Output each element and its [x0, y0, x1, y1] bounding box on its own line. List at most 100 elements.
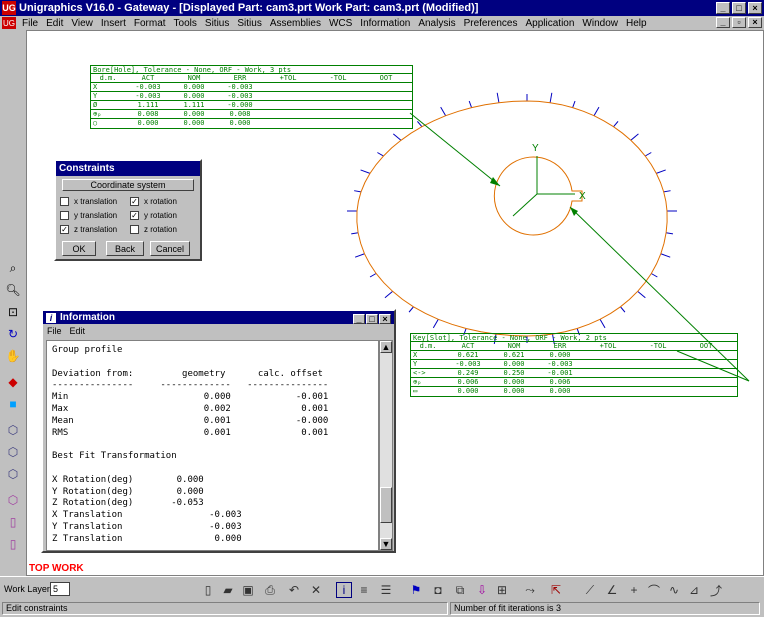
cursor-icon[interactable]: ⇱	[548, 582, 564, 598]
maximize-button[interactable]: □	[732, 2, 746, 14]
work-layer-field[interactable]: 5	[50, 582, 70, 596]
group-icon[interactable]: ⊞	[494, 582, 510, 598]
undo-icon[interactable]: ↶	[286, 582, 302, 598]
tree-icon[interactable]: ≡	[356, 582, 372, 598]
info-maximize-button[interactable]: □	[366, 314, 378, 324]
measure-distance-icon[interactable]: ⟋	[582, 582, 598, 598]
doc-close-button[interactable]: ×	[748, 17, 762, 28]
info-line: Y Translation -0.003	[52, 521, 242, 532]
delete-icon[interactable]: ✕	[308, 582, 324, 598]
info-scrollbar[interactable]: ▲ ▼	[379, 340, 393, 551]
checkbox[interactable]: ✓	[130, 211, 139, 220]
bore-table-row: X -0.003 0.000 -0.003	[91, 83, 412, 92]
open-icon[interactable]: ▰	[220, 582, 236, 598]
constraint-option[interactable]: x translation	[60, 197, 130, 206]
cube-icon[interactable]: ■	[5, 396, 21, 412]
menu-sitius-2[interactable]: Sitius	[233, 18, 265, 29]
scroll-down-button[interactable]: ▼	[380, 538, 392, 550]
scroll-up-button[interactable]: ▲	[380, 341, 392, 353]
key-header-cell: ACT	[461, 342, 475, 350]
constraint-option[interactable]: z rotation	[130, 225, 200, 234]
menu-file[interactable]: File	[18, 18, 42, 29]
information-text[interactable]: Group profile Deviation from: geometry ca…	[46, 340, 379, 551]
cancel-button[interactable]: Cancel	[150, 241, 190, 256]
key-header-cell: OOT	[699, 342, 713, 350]
pointer-icon[interactable]: ⤳	[522, 582, 538, 598]
flag-icon[interactable]: ⚑	[408, 582, 424, 598]
key-table-row: ⊕ₚ 0.006 0.000 0.006	[411, 378, 737, 387]
point-icon[interactable]: +	[626, 582, 642, 598]
constraint-option[interactable]: y translation	[60, 211, 130, 220]
constraint-option[interactable]: ✓ y rotation	[130, 211, 200, 220]
status-message: Number of fit iterations is 3	[450, 602, 760, 615]
info-close-button[interactable]: ×	[379, 314, 391, 324]
constraint-option[interactable]: ✓ x rotation	[130, 197, 200, 206]
menu-view[interactable]: View	[67, 18, 97, 29]
checkbox[interactable]: ✓	[130, 197, 139, 206]
print-icon[interactable]: ⎙	[262, 582, 278, 598]
bore-table-cell: ○	[93, 119, 98, 127]
menu-assemblies[interactable]: Assemblies	[266, 18, 325, 29]
menu-preferences[interactable]: Preferences	[460, 18, 522, 29]
checkbox[interactable]	[60, 197, 69, 206]
checkbox[interactable]	[60, 211, 69, 220]
menu-tools[interactable]: Tools	[170, 18, 201, 29]
close-button[interactable]: ×	[748, 2, 762, 14]
front-view-icon[interactable]: ⬡	[5, 444, 21, 460]
top-view-icon[interactable]: ⬡	[5, 492, 21, 508]
menu-information[interactable]: Information	[356, 18, 414, 29]
doc-minimize-button[interactable]: _	[716, 17, 730, 28]
camera-icon[interactable]: ◘	[430, 582, 446, 598]
information-title: Information	[60, 312, 115, 323]
shape-icon[interactable]: ⊿	[686, 582, 702, 598]
deviation-tick	[440, 106, 447, 116]
info-toolbar-icon[interactable]: i	[336, 582, 352, 598]
doc-restore-button[interactable]: ▫	[732, 17, 746, 28]
menu-window[interactable]: Window	[578, 18, 622, 29]
menu-format[interactable]: Format	[130, 18, 170, 29]
fit-icon[interactable]: ⊡	[5, 304, 21, 320]
back-button[interactable]: Back	[106, 241, 144, 256]
right-view-icon[interactable]: ▯	[5, 514, 21, 530]
constraint-label: x translation	[74, 197, 118, 206]
export-icon[interactable]: ⤴	[708, 582, 724, 598]
checkbox[interactable]	[130, 225, 139, 234]
shaded-icon[interactable]: ◆	[5, 374, 21, 390]
minimize-button[interactable]: _	[716, 2, 730, 14]
checkbox[interactable]: ✓	[60, 225, 69, 234]
coordinate-system-button[interactable]: Coordinate system	[62, 179, 194, 191]
scroll-thumb[interactable]	[380, 487, 392, 523]
move-icon[interactable]: ⇩	[474, 582, 490, 598]
layers-icon[interactable]: ⧉	[452, 582, 468, 598]
menu-edit[interactable]: Edit	[42, 18, 67, 29]
save-icon[interactable]: ▣	[240, 582, 256, 598]
pan-icon[interactable]: ✋	[5, 348, 21, 364]
side-view-icon[interactable]: ⬡	[5, 466, 21, 482]
menu-help[interactable]: Help	[622, 18, 651, 29]
menu-application[interactable]: Application	[522, 18, 579, 29]
bore-table-cell: Y	[93, 92, 98, 100]
zoom-window-icon[interactable]: ⌕	[5, 260, 21, 276]
constraint-option[interactable]: ✓ z translation	[60, 225, 130, 234]
zoom-icon[interactable]: 🔍︎	[5, 282, 21, 298]
bore-table-cell: 0.000	[137, 119, 159, 127]
rotate-icon[interactable]: ↻	[5, 326, 21, 342]
menu-sitius-1[interactable]: Sitius	[201, 18, 233, 29]
info-menu-file[interactable]: File	[43, 326, 66, 336]
ok-button[interactable]: OK	[62, 241, 96, 256]
spline-icon[interactable]: ∿	[666, 582, 682, 598]
deviation-tick	[377, 152, 384, 157]
new-icon[interactable]: ▯	[200, 582, 216, 598]
info-minimize-button[interactable]: _	[353, 314, 365, 324]
list-icon[interactable]: ☰	[378, 582, 394, 598]
left-view-icon[interactable]: ▯	[5, 536, 21, 552]
curve-icon[interactable]: ⌒	[646, 582, 662, 598]
iso-view-icon[interactable]: ⬡	[5, 422, 21, 438]
measure-angle-icon[interactable]: ∠	[604, 582, 620, 598]
deviation-tick	[354, 190, 362, 193]
menu-wcs[interactable]: WCS	[325, 18, 356, 29]
constraint-label: z rotation	[144, 225, 177, 234]
info-menu-edit[interactable]: Edit	[66, 326, 90, 336]
menu-insert[interactable]: Insert	[97, 18, 130, 29]
menu-analysis[interactable]: Analysis	[414, 18, 459, 29]
